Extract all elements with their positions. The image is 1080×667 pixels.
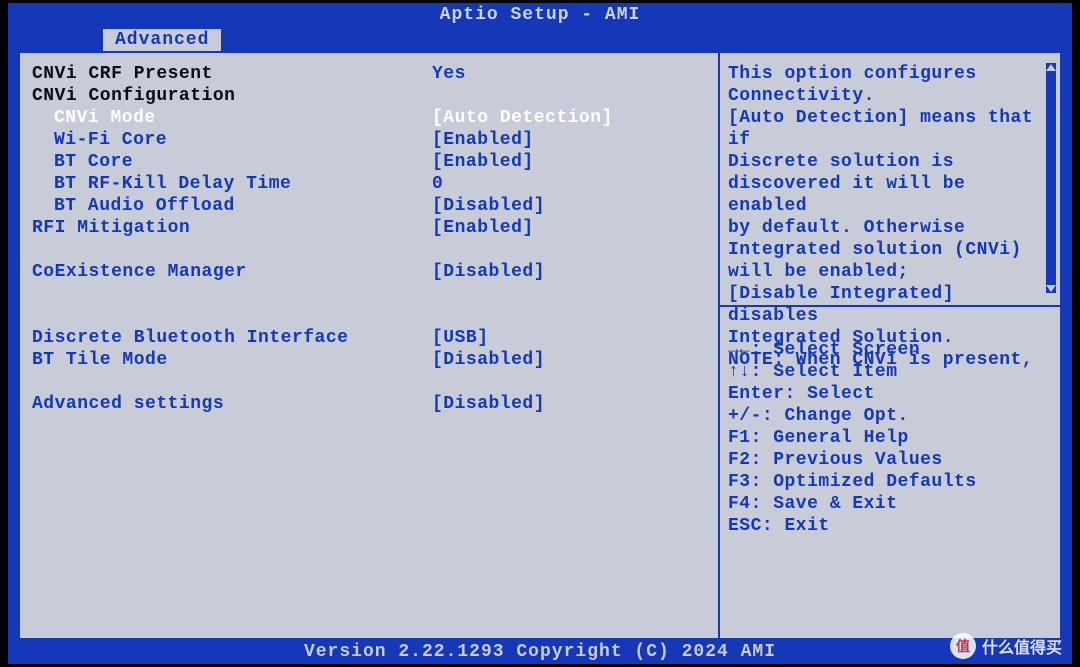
- row-bt-tile[interactable]: BT Tile Mode [Disabled]: [32, 349, 706, 371]
- tab-advanced[interactable]: Advanced: [103, 29, 221, 51]
- row-coex[interactable]: CoExistence Manager [Disabled]: [32, 261, 706, 283]
- help-line: discovered it will be enabled: [728, 173, 1038, 217]
- key-hint: ESC: Exit: [728, 515, 1052, 537]
- help-line: will be enabled;: [728, 261, 1038, 283]
- row-bt-rfkill[interactable]: BT RF-Kill Delay Time 0: [32, 173, 706, 195]
- help-line: Connectivity.: [728, 85, 1038, 107]
- title-bar: Aptio Setup - AMI: [8, 3, 1072, 27]
- label: Discrete Bluetooth Interface: [32, 327, 432, 349]
- watermark: 值 什么值得买: [950, 633, 1062, 659]
- label: CNVi Configuration: [32, 85, 432, 107]
- help-line: Discrete solution is: [728, 151, 1038, 173]
- help-scrollbar[interactable]: [1046, 63, 1056, 293]
- settings-panel: CNVi CRF Present Yes CNVi Configuration …: [20, 53, 720, 638]
- arrow-up-icon: [1046, 64, 1056, 71]
- value: Yes: [432, 63, 706, 85]
- tab-row: Advanced: [8, 27, 1072, 51]
- value: [Disabled]: [432, 349, 706, 371]
- blank-row: [32, 371, 706, 393]
- label: BT RF-Kill Delay Time: [32, 173, 432, 195]
- row-discrete-bt[interactable]: Discrete Bluetooth Interface [USB]: [32, 327, 706, 349]
- value: [Enabled]: [432, 129, 706, 151]
- key-hint: ↑↓: Select Item: [728, 361, 1052, 383]
- row-adv-settings[interactable]: Advanced settings [Disabled]: [32, 393, 706, 415]
- blank-row: [32, 239, 706, 261]
- value: [Disabled]: [432, 261, 706, 283]
- blank-row: [32, 305, 706, 327]
- footer-bar: Version 2.22.1293 Copyright (C) 2024 AMI: [8, 640, 1072, 664]
- label: CoExistence Manager: [32, 261, 432, 283]
- blank-row: [32, 283, 706, 305]
- keys-panel: →←: Select Screen ↑↓: Select Item Enter:…: [720, 307, 1060, 638]
- value: [USB]: [432, 327, 706, 349]
- key-hint: F2: Previous Values: [728, 449, 1052, 471]
- value: [Enabled]: [432, 217, 706, 239]
- label: BT Tile Mode: [32, 349, 432, 371]
- value: 0: [432, 173, 706, 195]
- row-cnvi-config: CNVi Configuration: [32, 85, 706, 107]
- label: Wi-Fi Core: [32, 129, 432, 151]
- arrow-down-icon: [1046, 285, 1056, 292]
- help-line: [Auto Detection] means that if: [728, 107, 1038, 151]
- key-hint: F1: General Help: [728, 427, 1052, 449]
- value: [Enabled]: [432, 151, 706, 173]
- label: BT Core: [32, 151, 432, 173]
- key-hint: Enter: Select: [728, 383, 1052, 405]
- key-hint: →←: Select Screen: [728, 339, 1052, 361]
- row-bt-audio[interactable]: BT Audio Offload [Disabled]: [32, 195, 706, 217]
- right-panel: This option configures Connectivity. [Au…: [720, 53, 1060, 638]
- value: [Auto Detection]: [432, 107, 706, 129]
- label: BT Audio Offload: [32, 195, 432, 217]
- help-panel: This option configures Connectivity. [Au…: [720, 53, 1060, 305]
- value: [Disabled]: [432, 393, 706, 415]
- value: [Disabled]: [432, 195, 706, 217]
- row-cnvi-mode[interactable]: CNVi Mode [Auto Detection]: [32, 107, 706, 129]
- label: CNVi CRF Present: [32, 63, 432, 85]
- value: [432, 85, 706, 107]
- watermark-badge-icon: 值: [950, 633, 976, 659]
- row-cnvi-crf-present: CNVi CRF Present Yes: [32, 63, 706, 85]
- watermark-text: 什么值得买: [982, 634, 1062, 658]
- help-line: by default. Otherwise: [728, 217, 1038, 239]
- key-hint: F3: Optimized Defaults: [728, 471, 1052, 493]
- row-bt-core[interactable]: BT Core [Enabled]: [32, 151, 706, 173]
- row-wifi-core[interactable]: Wi-Fi Core [Enabled]: [32, 129, 706, 151]
- label: Advanced settings: [32, 393, 432, 415]
- row-rfi[interactable]: RFI Mitigation [Enabled]: [32, 217, 706, 239]
- help-line: This option configures: [728, 63, 1038, 85]
- help-line: Integrated solution (CNVi): [728, 239, 1038, 261]
- key-hint: +/-: Change Opt.: [728, 405, 1052, 427]
- label: CNVi Mode: [32, 107, 432, 129]
- bios-screen: Aptio Setup - AMI Advanced CNVi CRF Pres…: [8, 3, 1072, 664]
- label: RFI Mitigation: [32, 217, 432, 239]
- main-area: CNVi CRF Present Yes CNVi Configuration …: [20, 51, 1060, 640]
- key-hint: F4: Save & Exit: [728, 493, 1052, 515]
